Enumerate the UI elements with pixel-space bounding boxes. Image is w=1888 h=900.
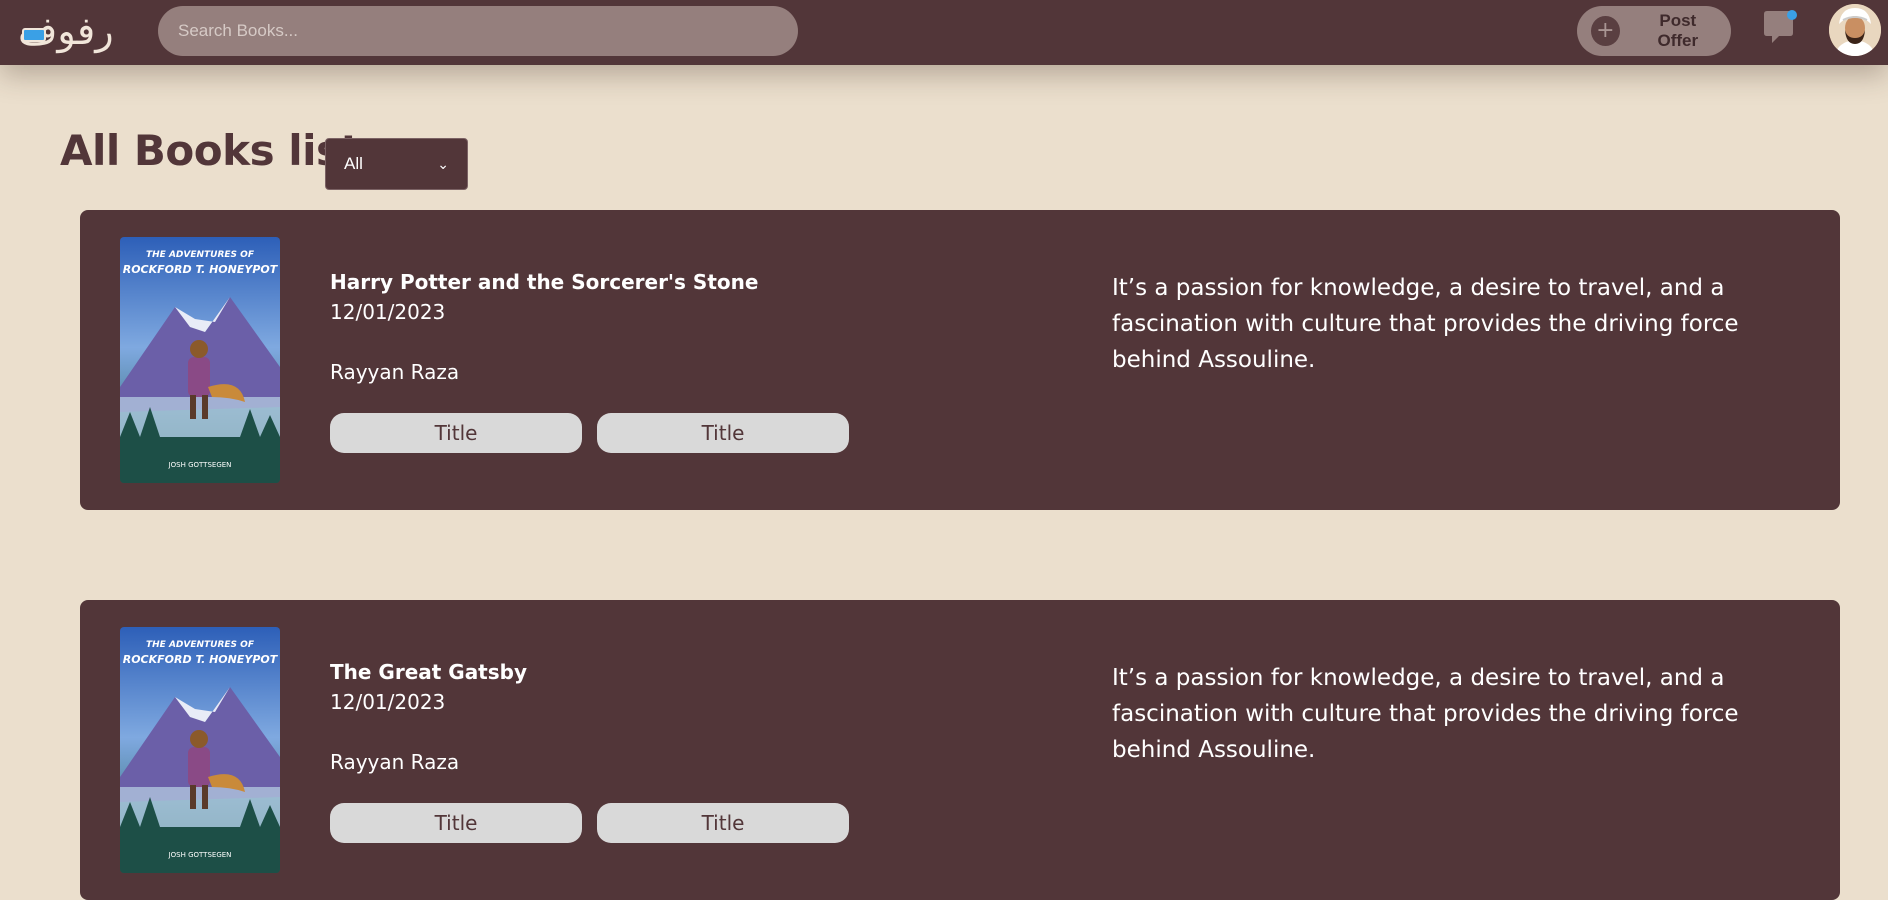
book-author: Rayyan Raza: [330, 750, 460, 774]
user-avatar[interactable]: [1829, 4, 1881, 56]
post-offer-label: Post Offer: [1657, 11, 1699, 50]
post-offer-button[interactable]: + Post Offer: [1577, 6, 1731, 56]
book-title[interactable]: Harry Potter and the Sorcerer's Stone: [330, 270, 758, 294]
book-cover-image[interactable]: THE ADVENTURES OF ROCKFORD T. HONEYPOT J…: [120, 237, 280, 483]
title-button[interactable]: Title: [330, 413, 582, 453]
book-description: It’s a passion for knowledge, a desire t…: [1112, 665, 1739, 763]
book-title[interactable]: The Great Gatsby: [330, 660, 527, 684]
chat-bubble-icon[interactable]: [1760, 8, 1800, 48]
app-logo[interactable]: رفوف: [18, 8, 142, 54]
book-card: THE ADVENTURES OF ROCKFORD T. HONEYPOT J…: [80, 600, 1840, 900]
title-button[interactable]: Title: [597, 413, 849, 453]
notification-dot: [1787, 10, 1797, 20]
cover-title-text: ROCKFORD T. HONEYPOT: [123, 653, 279, 666]
book-logo-icon: [22, 28, 46, 42]
book-description: It’s a passion for knowledge, a desire t…: [1112, 275, 1739, 373]
book-cover-image[interactable]: THE ADVENTURES OF ROCKFORD T. HONEYPOT J…: [120, 627, 280, 873]
book-author: Rayyan Raza: [330, 360, 460, 384]
book-card: THE ADVENTURES OF ROCKFORD T. HONEYPOT J…: [80, 210, 1840, 510]
page-title: All Books list: [60, 126, 361, 175]
chevron-down-icon: ⌄: [437, 155, 449, 172]
filter-selected-value: All: [344, 154, 363, 173]
title-button[interactable]: Title: [330, 803, 582, 843]
cover-title-text: ROCKFORD T. HONEYPOT: [123, 263, 279, 276]
top-nav-bar: رفوف + Post Offer: [0, 0, 1888, 65]
cover-author-text: JOSH GOTTSEGEN: [168, 851, 232, 859]
search-input[interactable]: [158, 6, 798, 56]
title-button[interactable]: Title: [597, 803, 849, 843]
plus-icon: +: [1591, 16, 1620, 46]
cover-series-text: THE ADVENTURES OF: [146, 640, 255, 650]
cover-author-text: JOSH GOTTSEGEN: [168, 461, 232, 469]
book-date: 12/01/2023: [330, 300, 446, 324]
category-filter-select[interactable]: All ⌄: [325, 138, 468, 190]
cover-series-text: THE ADVENTURES OF: [146, 250, 255, 260]
book-date: 12/01/2023: [330, 690, 446, 714]
